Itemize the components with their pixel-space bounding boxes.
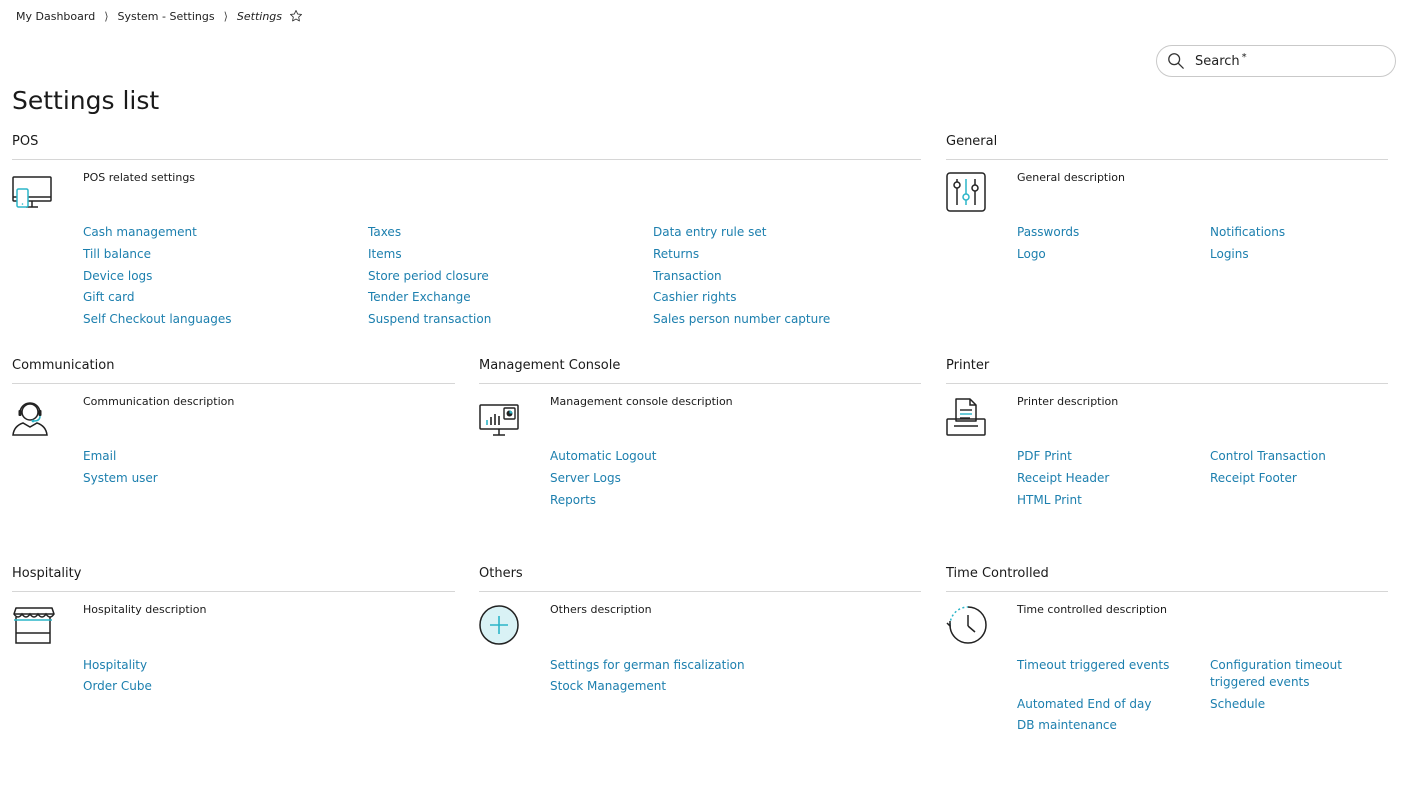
section-description: Time controlled description — [1017, 603, 1168, 616]
link-self-checkout-languages[interactable]: Self Checkout languages — [83, 311, 231, 328]
section-title: Management Console — [479, 358, 621, 373]
link-taxes[interactable]: Taxes — [368, 224, 401, 241]
section-description: POS related settings — [83, 171, 196, 184]
link-gift-card[interactable]: Gift card — [83, 289, 134, 306]
section-title: Hospitality — [12, 566, 82, 581]
link-email[interactable]: Email — [83, 448, 116, 465]
section-divider — [946, 591, 1388, 592]
headset-icon — [12, 395, 56, 439]
link-timeout-triggered-events[interactable]: Timeout triggered events — [1017, 657, 1169, 674]
link-suspend-transaction[interactable]: Suspend transaction — [368, 311, 491, 328]
link-returns[interactable]: Returns — [653, 246, 699, 263]
favorite-star-icon[interactable] — [289, 9, 303, 23]
breadcrumb-current: Settings — [236, 9, 283, 23]
section-general: General General description Passwords Lo… — [946, 133, 1388, 333]
link-pdf-print[interactable]: PDF Print — [1017, 448, 1072, 465]
breadcrumb-separator: ⟩ — [223, 9, 228, 23]
section-description: Hospitality description — [83, 603, 207, 616]
sliders-icon — [946, 171, 990, 215]
section-title: Others — [479, 566, 523, 581]
console-monitor-icon — [479, 395, 523, 439]
link-logo[interactable]: Logo — [1017, 246, 1046, 263]
section-description: Management console description — [550, 395, 733, 408]
link-sales-person-number-capture[interactable]: Sales person number capture — [653, 311, 830, 328]
section-divider — [12, 591, 455, 592]
breadcrumb-system-settings[interactable]: System - Settings — [117, 10, 214, 23]
link-transaction[interactable]: Transaction — [653, 268, 722, 285]
link-receipt-header[interactable]: Receipt Header — [1017, 470, 1109, 487]
section-title: POS — [12, 134, 39, 149]
link-automatic-logout[interactable]: Automatic Logout — [550, 448, 656, 465]
section-description: Communication description — [83, 395, 235, 408]
breadcrumb-separator: ⟩ — [104, 9, 109, 23]
link-tender-exchange[interactable]: Tender Exchange — [368, 289, 471, 306]
link-logins[interactable]: Logins — [1210, 246, 1249, 263]
search-required-mark: * — [1241, 51, 1247, 63]
section-title: Communication — [12, 358, 115, 373]
section-time-controlled: Time Controlled Time controlled descript… — [946, 565, 1388, 755]
link-notifications[interactable]: Notifications — [1210, 224, 1285, 241]
link-cashier-rights[interactable]: Cashier rights — [653, 289, 737, 306]
section-pos: POS POS related settings Cash management… — [12, 133, 921, 333]
breadcrumb-my-dashboard[interactable]: My Dashboard — [16, 10, 95, 23]
link-html-print[interactable]: HTML Print — [1017, 492, 1082, 509]
link-automated-end-of-day[interactable]: Automated End of day — [1017, 696, 1152, 713]
section-description: General description — [1017, 171, 1126, 184]
section-divider — [12, 383, 455, 384]
search-input[interactable]: Search * — [1156, 45, 1396, 77]
link-till-balance[interactable]: Till balance — [83, 246, 151, 263]
link-configuration-timeout-triggered-events[interactable]: Configuration timeout triggered events — [1210, 657, 1390, 691]
section-hospitality: Hospitality Hospitality description Hosp… — [12, 565, 455, 745]
section-divider — [479, 591, 921, 592]
link-hospitality[interactable]: Hospitality — [83, 657, 147, 674]
link-order-cube[interactable]: Order Cube — [83, 678, 152, 695]
link-items[interactable]: Items — [368, 246, 402, 263]
link-store-period-closure[interactable]: Store period closure — [368, 268, 489, 285]
search-label: Search — [1195, 53, 1240, 69]
section-description: Printer description — [1017, 395, 1119, 408]
section-description: Others description — [550, 603, 652, 616]
section-title: Printer — [946, 358, 990, 373]
section-communication: Communication Communication description … — [12, 357, 455, 547]
breadcrumb: My Dashboard ⟩ System - Settings ⟩ Setti… — [16, 9, 303, 23]
section-divider — [946, 383, 1388, 384]
link-schedule[interactable]: Schedule — [1210, 696, 1265, 713]
section-others: Others Others description Settings for g… — [479, 565, 921, 745]
clock-icon — [946, 603, 990, 647]
link-device-logs[interactable]: Device logs — [83, 268, 152, 285]
link-receipt-footer[interactable]: Receipt Footer — [1210, 470, 1297, 487]
storefront-icon — [12, 603, 56, 647]
section-management-console: Management Console Management console de… — [479, 357, 921, 547]
printer-icon — [946, 395, 990, 439]
link-settings-german-fiscalization[interactable]: Settings for german fiscalization — [550, 657, 745, 674]
link-control-transaction[interactable]: Control Transaction — [1210, 448, 1326, 465]
section-divider — [12, 159, 921, 160]
link-stock-management[interactable]: Stock Management — [550, 678, 666, 695]
link-cash-management[interactable]: Cash management — [83, 224, 197, 241]
link-server-logs[interactable]: Server Logs — [550, 470, 621, 487]
search-icon — [1167, 52, 1185, 70]
section-title: Time Controlled — [946, 566, 1049, 581]
link-data-entry-rule-set[interactable]: Data entry rule set — [653, 224, 766, 241]
section-divider — [946, 159, 1388, 160]
section-title: General — [946, 134, 998, 149]
plus-circle-icon — [479, 603, 523, 647]
pos-monitor-icon — [12, 171, 56, 215]
section-divider — [479, 383, 921, 384]
link-db-maintenance[interactable]: DB maintenance — [1017, 717, 1117, 734]
link-system-user[interactable]: System user — [83, 470, 158, 487]
link-passwords[interactable]: Passwords — [1017, 224, 1079, 241]
link-reports[interactable]: Reports — [550, 492, 596, 509]
page-title: Settings list — [12, 86, 160, 115]
section-printer: Printer Printer description PDF Print Re… — [946, 357, 1388, 547]
